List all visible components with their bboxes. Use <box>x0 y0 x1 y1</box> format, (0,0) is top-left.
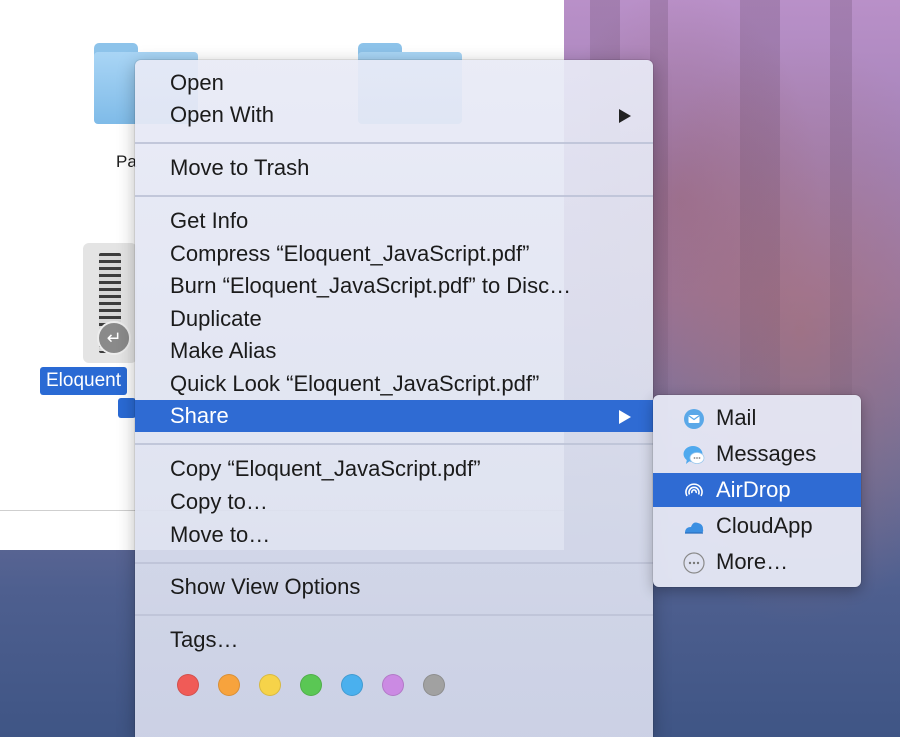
menu-item-quick-look[interactable]: Quick Look “Eloquent_JavaScript.pdf” <box>135 368 653 400</box>
menu-item-label: Tags… <box>170 627 239 652</box>
menu-separator <box>135 443 653 445</box>
menu-item-tags[interactable]: Tags… <box>135 624 653 656</box>
alias-arrow-icon: ↵ <box>97 321 131 355</box>
menu-item-label: Share <box>170 403 229 428</box>
messages-icon <box>683 446 705 464</box>
menu-item-label: Move to Trash <box>170 155 310 180</box>
share-submenu: Mail Messages AirDrop CloudApp More… <box>653 395 861 587</box>
menu-item-show-view-options[interactable]: Show View Options <box>135 571 653 603</box>
menu-item-label: Duplicate <box>170 306 262 331</box>
menu-item-label: Open With <box>170 102 274 127</box>
menu-item-duplicate[interactable]: Duplicate <box>135 303 653 335</box>
menu-item-open-with[interactable]: Open With <box>135 99 653 131</box>
menu-item-label: Compress “Eloquent_JavaScript.pdf” <box>170 241 530 266</box>
menu-item-move-to[interactable]: Move to… <box>135 519 653 551</box>
share-item-cloudapp[interactable]: CloudApp <box>653 509 861 543</box>
menu-item-label: Show View Options <box>170 574 361 599</box>
share-item-more[interactable]: More… <box>653 545 861 579</box>
share-item-label: Mail <box>716 405 757 430</box>
folder-label[interactable]: Pa <box>116 152 137 172</box>
menu-separator <box>135 614 653 616</box>
menu-item-get-info[interactable]: Get Info <box>135 205 653 237</box>
tag-gray[interactable] <box>423 674 445 696</box>
menu-separator <box>135 562 653 564</box>
mail-icon <box>684 409 704 429</box>
menu-separator <box>135 142 653 144</box>
menu-item-label: Quick Look “Eloquent_JavaScript.pdf” <box>170 371 540 396</box>
menu-item-move-to-trash[interactable]: Move to Trash <box>135 152 653 184</box>
menu-item-compress[interactable]: Compress “Eloquent_JavaScript.pdf” <box>135 238 653 270</box>
context-menu: Open Open With Move to Trash Get Info Co… <box>135 60 653 737</box>
share-item-mail[interactable]: Mail <box>653 401 861 435</box>
tag-purple[interactable] <box>382 674 404 696</box>
tag-color-picker <box>177 674 477 704</box>
menu-item-burn[interactable]: Burn “Eloquent_JavaScript.pdf” to Disc… <box>135 270 653 302</box>
selected-file-label[interactable]: Eloquent <box>40 367 128 395</box>
menu-item-label: Open <box>170 70 224 95</box>
tag-green[interactable] <box>300 674 322 696</box>
menu-item-label: Move to… <box>170 522 271 547</box>
tag-blue[interactable] <box>341 674 363 696</box>
menu-item-share[interactable]: Share <box>135 400 653 432</box>
cloudapp-icon <box>685 522 704 534</box>
menu-item-label: Get Info <box>170 208 249 233</box>
tag-yellow[interactable] <box>259 674 281 696</box>
airdrop-icon <box>685 483 703 497</box>
selected-file-label-line2 <box>118 398 136 418</box>
menu-item-make-alias[interactable]: Make Alias <box>135 335 653 367</box>
submenu-arrow-icon <box>619 410 631 424</box>
more-icon <box>683 552 705 574</box>
share-item-messages[interactable]: Messages <box>653 437 861 471</box>
menu-item-label: Copy “Eloquent_JavaScript.pdf” <box>170 456 481 481</box>
menu-item-label: Copy to… <box>170 489 268 514</box>
menu-separator <box>135 195 653 197</box>
submenu-arrow-icon <box>619 109 631 123</box>
menu-item-open[interactable]: Open <box>135 67 653 99</box>
tag-red[interactable] <box>177 674 199 696</box>
share-item-label: CloudApp <box>716 513 813 538</box>
share-item-airdrop[interactable]: AirDrop <box>653 473 861 507</box>
tag-orange[interactable] <box>218 674 240 696</box>
share-item-label: More… <box>716 549 789 574</box>
menu-item-copy[interactable]: Copy “Eloquent_JavaScript.pdf” <box>135 453 653 485</box>
menu-item-label: Make Alias <box>170 338 277 363</box>
menu-item-copy-to[interactable]: Copy to… <box>135 486 653 518</box>
menu-item-label: Burn “Eloquent_JavaScript.pdf” to Disc… <box>170 273 572 298</box>
share-item-label: Messages <box>716 441 817 466</box>
pdf-file-icon[interactable]: ↵ <box>83 243 137 363</box>
share-item-label: AirDrop <box>716 477 791 502</box>
